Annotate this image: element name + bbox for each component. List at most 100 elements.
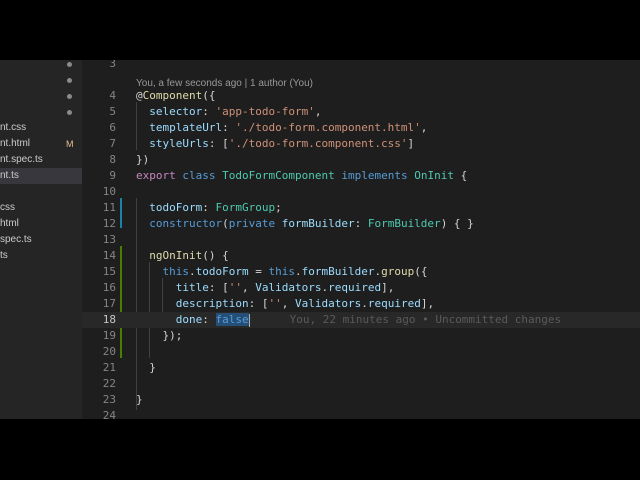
line-number: 8	[109, 153, 116, 166]
code-line[interactable]: 10	[82, 184, 640, 200]
file-tree-item[interactable]: html	[0, 216, 82, 232]
code-token: formBuilder	[281, 217, 355, 230]
code-line[interactable]: 24	[82, 408, 640, 419]
code-token: ngOnInit	[149, 249, 203, 262]
code-text: title: ['', Validators.required],	[136, 280, 395, 296]
code-token: :	[202, 201, 216, 214]
code-line[interactable]: 14 ngOnInit() {	[82, 248, 640, 264]
code-token: title	[175, 281, 209, 294]
code-token: .	[361, 297, 368, 310]
code-token: styleUrls	[149, 137, 209, 150]
code-line[interactable]: 3	[82, 60, 640, 72]
code-token: OnInit	[414, 169, 454, 182]
code-token: todoForm	[195, 265, 249, 278]
file-tree-item[interactable]: nt.spec.ts	[0, 152, 82, 168]
code-token: : [	[208, 137, 229, 150]
file-tree-item[interactable]: css	[0, 200, 82, 216]
line-number: 13	[102, 233, 116, 246]
line-number: 3	[109, 60, 116, 70]
code-line[interactable]: 16 title: ['', Validators.required],	[82, 280, 640, 296]
file-tree-item-label: html	[0, 218, 19, 229]
file-tree-item[interactable]: ts	[0, 248, 82, 264]
code-line[interactable]: 9 export class TodoFormComponent implemen…	[82, 168, 640, 184]
code-line[interactable]: 8})	[82, 152, 640, 168]
code-token: ;	[275, 201, 282, 214]
code-line[interactable]: 22	[82, 376, 640, 392]
line-number: 7	[109, 137, 116, 150]
code-line[interactable]: 4 @Component({	[82, 88, 640, 104]
code-token: group	[381, 265, 415, 278]
code-text: constructor(private formBuilder: FormBui…	[136, 216, 474, 232]
code-token: : [	[208, 281, 229, 294]
code-token: implements	[341, 169, 408, 182]
code-token: ,	[242, 281, 256, 294]
code-token: :	[222, 121, 236, 134]
code-token: false	[215, 313, 249, 326]
code-token: :	[202, 105, 216, 118]
code-token: @	[136, 89, 143, 102]
file-tree-item-label: nt.css	[0, 122, 27, 133]
code-token: 'app-todo-form'	[215, 105, 315, 118]
code-token: .	[294, 265, 302, 278]
line-number: 14	[102, 249, 116, 262]
code-token: :	[354, 217, 368, 230]
code-token: =	[248, 265, 269, 278]
code-line[interactable]: 7 styleUrls: ['./todo-form.component.css…	[82, 136, 640, 152]
code-token: }	[136, 361, 156, 374]
line-number: 19	[102, 329, 116, 342]
line-number: 6	[109, 121, 116, 134]
file-tree-item-label: nt.html	[0, 138, 31, 149]
code-token: description	[175, 297, 249, 310]
line-number: 10	[102, 185, 116, 198]
code-token: ''	[228, 281, 242, 294]
code-line[interactable]: 20	[82, 344, 640, 360]
code-editor[interactable]: You, a few seconds ago | 1 author (You) …	[82, 60, 640, 419]
code-token: class	[182, 169, 216, 182]
code-token: FormBuilder	[367, 217, 441, 230]
code-text: description: ['', Validators.required],	[136, 296, 434, 312]
code-text: }	[136, 392, 143, 408]
file-tree-item-label: nt.ts	[0, 170, 19, 181]
line-number: 18	[102, 313, 116, 326]
file-tree-item[interactable]: nt.ts	[0, 168, 82, 184]
code-token: .	[189, 265, 196, 278]
code-line[interactable]: 13	[82, 232, 640, 248]
code-token: private	[228, 217, 276, 230]
code-text: ngOnInit() {	[136, 248, 228, 264]
unsaved-dot-icon	[67, 78, 72, 83]
code-line[interactable]: 6 templateUrl: './todo-form.component.ht…	[82, 120, 640, 136]
code-line[interactable]: 12 constructor(private formBuilder: Form…	[82, 216, 640, 232]
code-text: @Component({	[136, 88, 215, 104]
file-tree-item-label: ts	[0, 250, 8, 261]
code-token: {	[453, 169, 468, 182]
code-text: todoForm: FormGroup;	[136, 200, 282, 216]
file-tree-item[interactable]: nt.html M	[0, 136, 82, 152]
file-tree-item[interactable]: nt.css	[0, 120, 82, 136]
vscode-window: nt.css nt.html Mnt.spec.ts nt.ts css html spec…	[0, 60, 640, 419]
code-line[interactable]: 23}	[82, 392, 640, 408]
code-token: ) { }	[440, 217, 474, 230]
code-line[interactable]: 18 done: false You, 22 minutes ago • Unco…	[82, 312, 640, 328]
code-line[interactable]: 5 selector: 'app-todo-form',	[82, 104, 640, 120]
unsaved-dot-icon	[67, 110, 72, 115]
code-token: this	[268, 265, 295, 278]
code-line[interactable]: 19 });	[82, 328, 640, 344]
file-tree-item[interactable]: spec.ts	[0, 232, 82, 248]
code-token: TodoFormComponent	[222, 169, 335, 182]
unsaved-dot-icon	[67, 94, 72, 99]
unsaved-dot-icon	[67, 62, 72, 67]
code-line[interactable]: 15 this.todoForm = this.formBuilder.grou…	[82, 264, 640, 280]
code-token: './todo-form.component.css'	[228, 137, 408, 150]
code-line[interactable]: 21 }	[82, 360, 640, 376]
line-number: 12	[102, 217, 116, 230]
code-line[interactable]: 17 description: ['', Validators.required…	[82, 296, 640, 312]
code-text: selector: 'app-todo-form',	[136, 104, 321, 120]
code-line[interactable]: 11 todoForm: FormGroup;	[82, 200, 640, 216]
code-token: required	[328, 281, 382, 294]
